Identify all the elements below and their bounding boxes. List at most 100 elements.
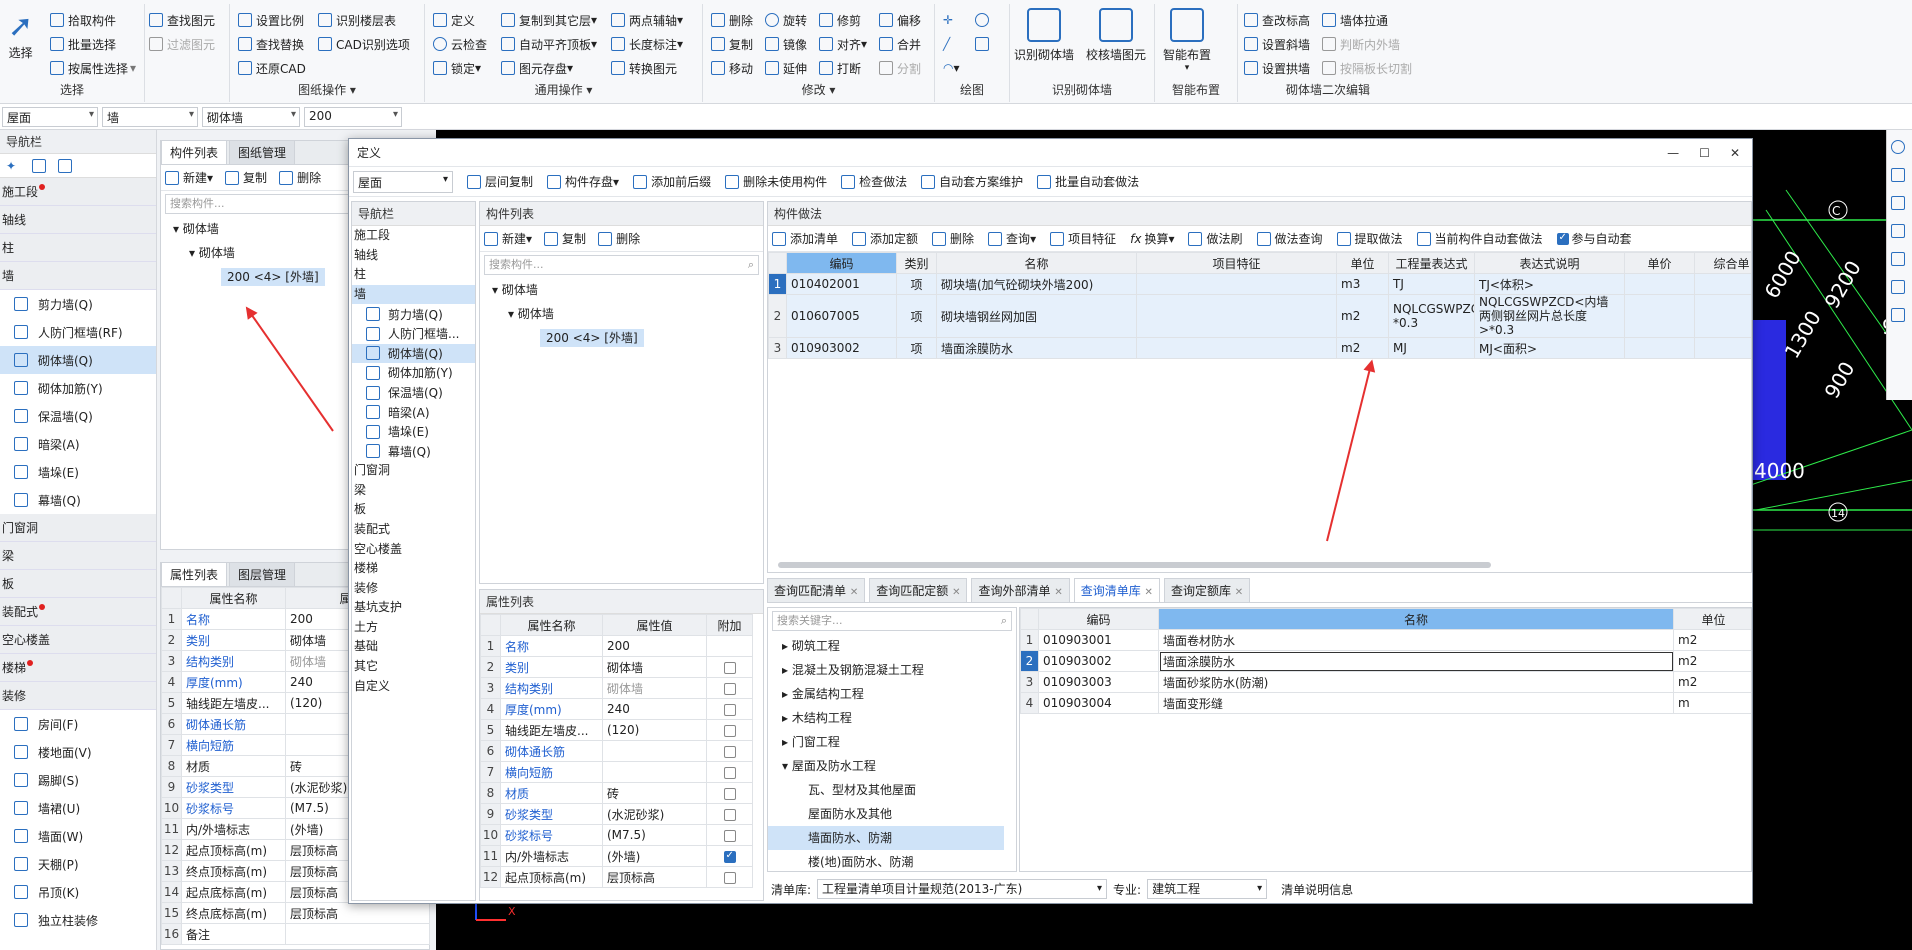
method-unit[interactable]: m2 (1336, 337, 1389, 359)
library-unit[interactable]: m2 (1673, 671, 1751, 693)
tree-node-selected[interactable]: 200 <4> [外墙] (492, 326, 763, 350)
method-feature[interactable] (1136, 337, 1337, 359)
cut-wall-button[interactable]: 按隔板长切割 (1322, 58, 1412, 78)
library-row[interactable]: 4 010903004 墙面变形缝 m (1020, 692, 1751, 714)
minimize-icon[interactable]: — (1667, 146, 1679, 160)
table-row[interactable]: 2 类别 砌体墙 (480, 656, 753, 678)
3d-view-icon[interactable] (1890, 196, 1905, 210)
nav-category[interactable]: 轴线 (352, 246, 475, 266)
nav-item[interactable]: 墙面(W) (0, 822, 156, 850)
tree-node[interactable]: ▾ 砌体墙 (492, 302, 763, 326)
find-replace-button[interactable]: 查找替换 (238, 34, 304, 54)
method-code[interactable]: 010402001 (786, 273, 897, 295)
library-code[interactable]: 010903002 (1038, 650, 1159, 672)
save-element-button[interactable]: 图元存盘 ▾ (501, 58, 573, 78)
query-tab[interactable]: 查询定额库 ✕ (1163, 578, 1251, 602)
specialty-select[interactable]: 建筑工程 ▾ (1147, 879, 1268, 899)
library-row[interactable]: 1 010903001 墙面卷材防水 m2 (1020, 629, 1751, 651)
recognize-floor-table-button[interactable]: 识别楼层表 (318, 10, 396, 30)
component-select[interactable]: 200 (304, 107, 402, 127)
table-row[interactable]: 11 内/外墙标志 (外墙) (480, 845, 753, 867)
tile-view-icon[interactable] (58, 158, 72, 173)
nav-category[interactable]: 门窗洞 (0, 514, 156, 542)
nav-category[interactable]: 楼梯 (0, 654, 156, 682)
nav-item[interactable]: 幕墙(Q) (352, 442, 475, 462)
tab-drawing-management[interactable]: 图纸管理 (229, 140, 296, 164)
maximize-icon[interactable]: ☐ (1699, 146, 1710, 160)
nav-category[interactable]: 装配式 (0, 598, 156, 626)
dialog-component-search[interactable]: 搜索构件... (484, 255, 759, 275)
table-row[interactable]: 6 砌体通长筋 (480, 740, 753, 762)
checkbox[interactable] (723, 703, 736, 716)
nav-item[interactable]: 独立柱装修 (0, 906, 156, 934)
checkbox[interactable] (723, 661, 736, 674)
subtype-select[interactable]: 砌体墙 (202, 107, 300, 127)
move-button[interactable]: 移动 (711, 58, 753, 78)
table-row[interactable]: 15 终点底标高(m) 层顶标高 (161, 902, 430, 924)
nav-category[interactable]: 施工段 (352, 226, 475, 246)
table-row[interactable]: 10 砂浆标号 (M7.5) (480, 824, 753, 846)
nav-category[interactable]: 墙 (0, 262, 156, 290)
delete-method-button[interactable]: 删除 (932, 230, 974, 247)
circle-tool-button[interactable] (975, 10, 993, 30)
nav-item[interactable]: 砌体加筋(Y) (0, 374, 156, 402)
method-category[interactable]: 项 (896, 273, 937, 295)
nav-item[interactable]: 房间(F) (0, 710, 156, 738)
cad-options-button[interactable]: CAD识别选项 (318, 34, 410, 54)
edit-elevation-button[interactable]: 查改标高 (1244, 10, 1310, 30)
library-row[interactable]: 3 010903003 墙面砂浆防水(防潮) m2 (1020, 671, 1751, 693)
auto-method-button[interactable]: 当前构件自动套做法 (1416, 230, 1543, 247)
method-category[interactable]: 项 (896, 294, 937, 338)
nav-category[interactable]: 其它 (352, 657, 475, 677)
library-tree-node[interactable]: 墙面防水、防潮 (768, 826, 1004, 850)
define-button[interactable]: 定义 (433, 10, 475, 30)
nav-item[interactable]: 墙裙(U) (0, 794, 156, 822)
add-quota-button[interactable]: 添加定额 (852, 230, 918, 247)
nav-item[interactable]: 墙垛(E) (352, 422, 475, 442)
convert-element-button[interactable]: 转换图元 (611, 58, 677, 78)
rotate-button[interactable]: 旋转 (765, 10, 807, 30)
arc-tool-button[interactable]: ◠ ▾ (943, 58, 960, 78)
settings-icon[interactable] (1890, 308, 1905, 322)
cloud-check-button[interactable]: 云检查 (433, 34, 487, 54)
close-icon[interactable]: ✕ (952, 587, 960, 598)
split-button[interactable]: 分割 (879, 58, 921, 78)
query-tab[interactable]: 查询外部清单 ✕ (971, 578, 1070, 602)
checkbox[interactable] (723, 787, 736, 800)
judge-wall-button[interactable]: 判断内外墙 (1322, 34, 1400, 54)
nav-category[interactable]: 板 (0, 570, 156, 598)
set-slant-wall-button[interactable]: 设置斜墙 (1244, 34, 1310, 54)
tab-component-list[interactable]: 构件列表 (161, 140, 228, 164)
checkbox[interactable] (723, 766, 736, 779)
property-value[interactable]: (120) (602, 719, 707, 741)
nav-item[interactable]: 墙垛(E) (0, 458, 156, 486)
length-dim-button[interactable]: 长度标注 ▾ (611, 34, 683, 54)
library-unit[interactable]: m (1673, 692, 1751, 714)
query-tab[interactable]: 查询匹配定额 ✕ (869, 578, 968, 602)
2d-view-icon[interactable] (1890, 168, 1905, 182)
list-info-link[interactable]: 清单说明信息 (1281, 881, 1353, 898)
nav-category[interactable]: 楼梯 (352, 559, 475, 579)
set-scale-button[interactable]: 设置比例 (238, 10, 304, 30)
method-description[interactable]: MJ<面积> (1474, 337, 1625, 359)
table-row[interactable]: 4 厚度(mm) 240 (480, 698, 753, 720)
two-point-axis-button[interactable]: 两点辅轴 ▾ (611, 10, 683, 30)
floor-copy-button[interactable]: 层间复制 (467, 173, 533, 190)
library-search-input[interactable]: 搜索关键字... (772, 611, 1012, 631)
nav-item[interactable]: 天棚(P) (0, 850, 156, 878)
nav-category[interactable]: 空心楼盖 (0, 626, 156, 654)
check-wall-button[interactable]: 校核墙图元 (1086, 8, 1146, 63)
nav-item[interactable]: 剪力墙(Q) (352, 304, 475, 324)
nav-category[interactable]: 装配式 (352, 520, 475, 540)
nav-category[interactable]: 板 (352, 500, 475, 520)
delete-button[interactable]: 删除 (279, 169, 321, 186)
method-expression[interactable]: TJ (1388, 273, 1475, 295)
add-prefix-button[interactable]: 添加前后缀 (633, 173, 711, 190)
nav-category[interactable]: 梁 (0, 542, 156, 570)
extract-method-button[interactable]: 提取做法 (1336, 230, 1403, 247)
restore-cad-button[interactable]: 还原CAD (238, 58, 306, 78)
table-row[interactable]: 16 备注 (161, 923, 430, 945)
table-row[interactable]: 5 轴线距左墙皮... (120) (480, 719, 753, 741)
new-button[interactable]: 新建 ▾ (165, 169, 213, 186)
nav-category[interactable]: 轴线 (0, 206, 156, 234)
